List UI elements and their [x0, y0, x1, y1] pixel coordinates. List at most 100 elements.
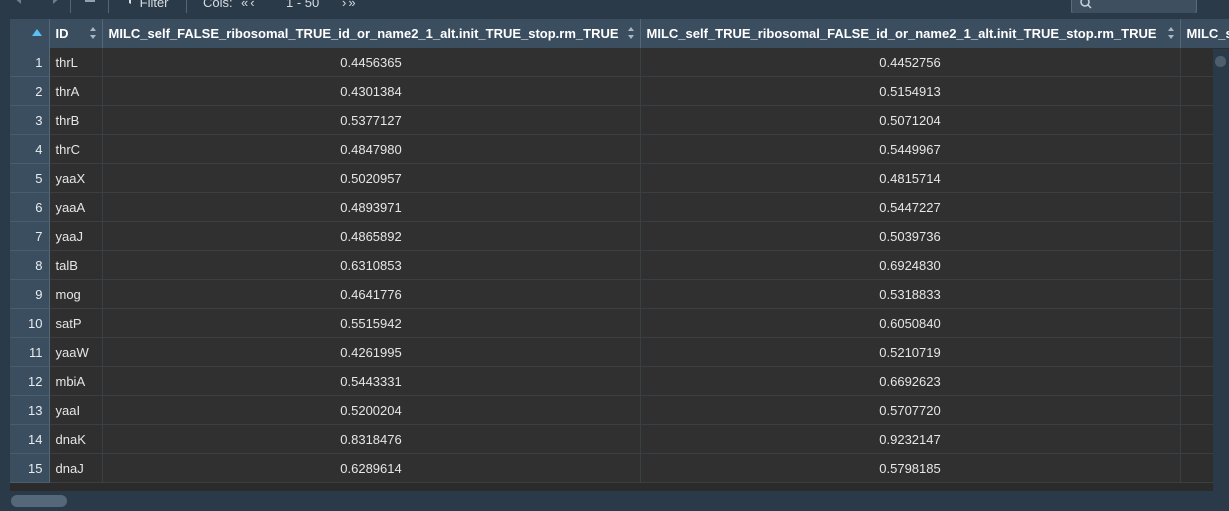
sort-icon	[1167, 27, 1174, 39]
export-icon[interactable]	[83, 0, 99, 12]
table-row[interactable]: 6 yaaA 0.4893971 0.5447227	[10, 192, 1229, 222]
row-number: 4	[10, 134, 50, 164]
id-cell: yaaW	[49, 337, 103, 367]
cols-range: 1 - 50	[286, 0, 320, 10]
value-cell-2: 0.5210719	[640, 337, 1181, 367]
value-cell-1: 0.6310853	[102, 250, 641, 280]
column-header-1[interactable]: MILC_self_FALSE_ribosomal_TRUE_id_or_nam…	[102, 19, 641, 48]
value-cell-1: 0.4893971	[102, 192, 641, 222]
value-cell-1: 0.5443331	[102, 366, 641, 396]
table-row[interactable]: 8 talB 0.6310853 0.6924830	[10, 250, 1229, 280]
table-row[interactable]: 14 dnaK 0.8318476 0.9232147	[10, 424, 1229, 454]
row-number: 14	[10, 424, 50, 454]
cols-next-button[interactable]: ›»	[342, 0, 358, 10]
row-number: 9	[10, 279, 50, 309]
table-row[interactable]: 4 thrC 0.4847980 0.5449967	[10, 134, 1229, 164]
table-row[interactable]: 10 satP 0.5515942 0.6050840	[10, 308, 1229, 338]
value-cell-1: 0.4847980	[102, 134, 641, 164]
row-number: 3	[10, 105, 50, 135]
table-row[interactable]: 5 yaaX 0.5020957 0.4815714	[10, 163, 1229, 193]
table-row[interactable]: 2 thrA 0.4301384 0.5154913	[10, 76, 1229, 106]
row-number-header[interactable]	[10, 19, 50, 48]
filter-label: Filter	[139, 0, 169, 10]
forward-arrow-icon[interactable]	[40, 0, 62, 12]
toolbar-divider	[186, 0, 187, 13]
value-cell-1: 0.4301384	[102, 76, 641, 106]
toolbar-divider	[108, 0, 109, 13]
data-grid: ID MILC_self_FALSE_ribosomal_TRUE_id_or_…	[10, 19, 1229, 491]
value-cell-2: 0.5318833	[640, 279, 1181, 309]
table-row[interactable]: 1 thrL 0.4456365 0.4452756	[10, 48, 1229, 77]
vertical-scroll-thumb[interactable]	[1215, 56, 1226, 67]
value-cell-2: 0.5447227	[640, 192, 1181, 222]
column-header-id[interactable]: ID	[49, 19, 103, 48]
table-row[interactable]: 12 mbiA 0.5443331 0.6692623	[10, 366, 1229, 396]
id-cell: mbiA	[49, 366, 103, 396]
row-number: 11	[10, 337, 50, 367]
value-cell-2: 0.4815714	[640, 163, 1181, 193]
id-cell: dnaJ	[49, 453, 103, 483]
row-number: 5	[10, 163, 50, 193]
value-cell-2: 0.5071204	[640, 105, 1181, 135]
id-cell: yaaA	[49, 192, 103, 222]
value-cell-2: 0.6924830	[640, 250, 1181, 280]
id-cell: mog	[49, 279, 103, 309]
table-row[interactable]: 7 yaaJ 0.4865892 0.5039736	[10, 221, 1229, 251]
id-cell: thrC	[49, 134, 103, 164]
search-input[interactable]	[1071, 0, 1197, 13]
id-cell: satP	[49, 308, 103, 338]
value-cell-1: 0.5200204	[102, 395, 641, 425]
vertical-scrollbar[interactable]	[1213, 49, 1229, 491]
value-cell-1: 0.8318476	[102, 424, 641, 454]
horizontal-scroll-thumb[interactable]	[11, 495, 67, 507]
table-row[interactable]: 9 mog 0.4641776 0.5318833	[10, 279, 1229, 309]
value-cell-2: 0.5039736	[640, 221, 1181, 251]
table-row[interactable]: 11 yaaW 0.4261995 0.5210719	[10, 337, 1229, 367]
row-number: 10	[10, 308, 50, 338]
cols-prev-button[interactable]: «‹	[241, 0, 257, 10]
toolbar-divider	[70, 0, 71, 13]
id-cell: talB	[49, 250, 103, 280]
back-arrow-icon[interactable]	[12, 0, 34, 12]
id-cell: yaaI	[49, 395, 103, 425]
sort-ascending-icon	[32, 29, 42, 36]
value-cell-1: 0.5377127	[102, 105, 641, 135]
id-cell: dnaK	[49, 424, 103, 454]
id-cell: thrA	[49, 76, 103, 106]
value-cell-2: 0.5798185	[640, 453, 1181, 483]
toolbar: Filter Cols: «‹ 1 - 50 ›»	[0, 0, 1229, 13]
value-cell-2: 0.5707720	[640, 395, 1181, 425]
value-cell-1: 0.4641776	[102, 279, 641, 309]
row-number: 12	[10, 366, 50, 396]
value-cell-1: 0.4456365	[102, 48, 641, 77]
table-body: 1 thrL 0.4456365 0.4452756 2 thrA 0.4301384 0.5…	[10, 48, 1229, 483]
value-cell-1: 0.4261995	[102, 337, 641, 367]
filter-button[interactable]: Filter	[124, 0, 169, 10]
value-cell-2: 0.5154913	[640, 76, 1181, 106]
row-number: 13	[10, 395, 50, 425]
filter-icon	[129, 0, 131, 4]
search-icon	[1080, 0, 1092, 9]
id-cell: yaaX	[49, 163, 103, 193]
id-cell: thrL	[49, 48, 103, 77]
table-row[interactable]: 15 dnaJ 0.6289614 0.5798185	[10, 453, 1229, 483]
row-number: 2	[10, 76, 50, 106]
value-cell-2: 0.4452756	[640, 48, 1181, 77]
data-table: ID MILC_self_FALSE_ribosomal_TRUE_id_or_…	[10, 19, 1229, 483]
cols-label: Cols:	[203, 0, 233, 10]
table-row[interactable]: 13 yaaI 0.5200204 0.5707720	[10, 395, 1229, 425]
row-number: 15	[10, 453, 50, 483]
horizontal-scrollbar[interactable]	[10, 491, 1229, 511]
header-row: ID MILC_self_FALSE_ribosomal_TRUE_id_or_…	[10, 19, 1229, 48]
column-header-2[interactable]: MILC_self_TRUE_ribosomal_FALSE_id_or_nam…	[640, 19, 1181, 48]
row-number: 7	[10, 221, 50, 251]
sort-icon	[89, 27, 96, 39]
sort-icon	[627, 27, 634, 39]
column-header-3[interactable]: MILC_s	[1180, 19, 1229, 48]
value-cell-1: 0.5020957	[102, 163, 641, 193]
table-row[interactable]: 3 thrB 0.5377127 0.5071204	[10, 105, 1229, 135]
value-cell-2: 0.6050840	[640, 308, 1181, 338]
value-cell-2: 0.6692623	[640, 366, 1181, 396]
value-cell-1: 0.6289614	[102, 453, 641, 483]
value-cell-1: 0.5515942	[102, 308, 641, 338]
